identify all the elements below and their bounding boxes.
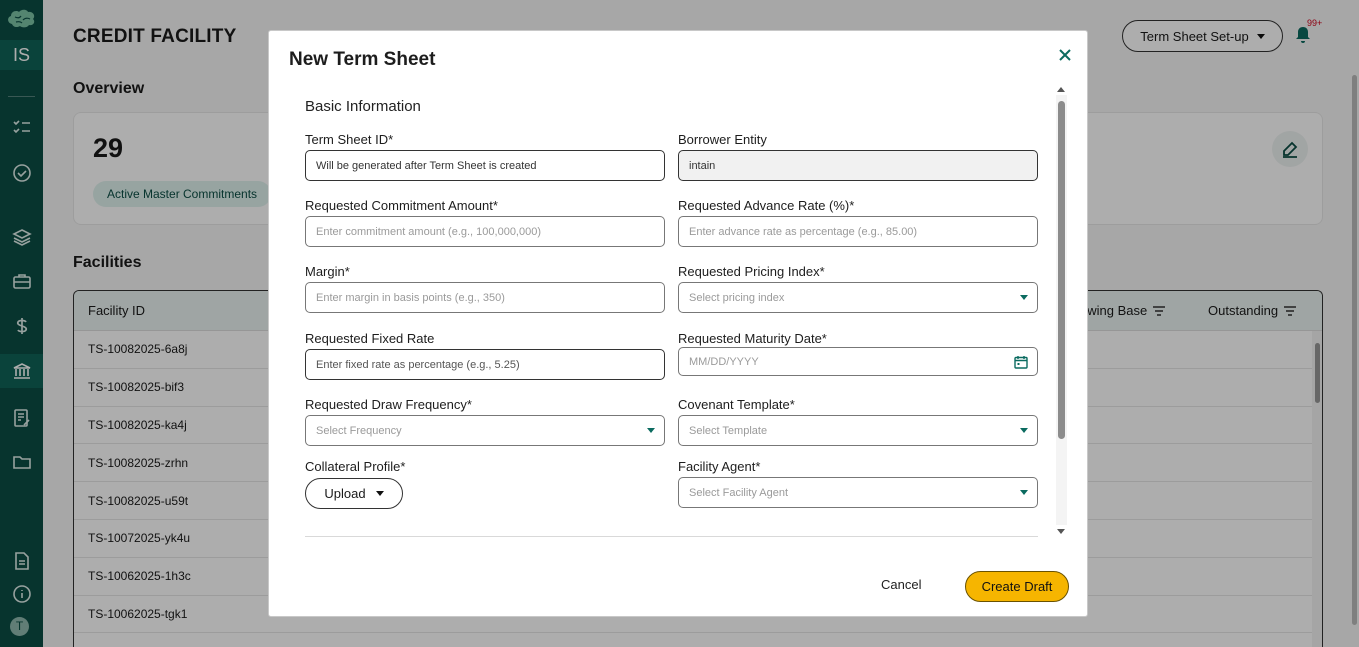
commitment-amount-input[interactable]: Enter commitment amount (e.g., 100,000,0… (305, 216, 665, 247)
facility-agent-label: Facility Agent* (678, 459, 761, 474)
chevron-down-icon (1020, 295, 1028, 300)
pricing-index-placeholder: Select pricing index (689, 291, 785, 304)
close-icon[interactable] (1056, 46, 1074, 64)
covenant-template-select[interactable]: Select Template (678, 415, 1038, 446)
draw-frequency-placeholder: Select Frequency (316, 424, 402, 437)
maturity-date-input[interactable]: MM/DD/YYYY (678, 347, 1038, 376)
margin-input[interactable]: Enter margin in basis points (e.g., 350) (305, 282, 665, 313)
facility-agent-placeholder: Select Facility Agent (689, 486, 789, 499)
borrower-entity-label: Borrower Entity (678, 132, 767, 147)
chevron-down-icon (647, 428, 655, 433)
advance-rate-input[interactable]: Enter advance rate as percentage (e.g., … (678, 216, 1038, 247)
borrower-entity-field[interactable]: intain (678, 150, 1038, 181)
cancel-button[interactable]: Cancel (881, 577, 921, 592)
modal-title: New Term Sheet (289, 49, 436, 70)
term-sheet-id-label: Term Sheet ID* (305, 132, 394, 147)
draw-frequency-label: Requested Draw Frequency* (305, 397, 472, 412)
section-basic-information: Basic Information (305, 98, 421, 115)
collateral-profile-label: Collateral Profile* (305, 459, 406, 474)
maturity-date-label: Requested Maturity Date* (678, 331, 827, 346)
calendar-icon[interactable] (1014, 355, 1028, 372)
new-term-sheet-modal: New Term Sheet Basic Information Term Sh… (268, 30, 1088, 617)
divider (305, 536, 1038, 537)
covenant-template-placeholder: Select Template (689, 424, 768, 437)
create-draft-button[interactable]: Create Draft (965, 571, 1069, 602)
fixed-rate-label: Requested Fixed Rate (305, 331, 435, 346)
chevron-down-icon (1020, 490, 1028, 495)
chevron-down-icon (1020, 428, 1028, 433)
fixed-rate-input[interactable]: Enter fixed rate as percentage (e.g., 5.… (305, 349, 665, 380)
draw-frequency-select[interactable]: Select Frequency (305, 415, 665, 446)
advance-rate-label: Requested Advance Rate (%)* (678, 198, 855, 213)
covenant-template-label: Covenant Template* (678, 397, 795, 412)
margin-label: Margin* (305, 264, 350, 279)
scroll-down-arrow-icon[interactable] (1057, 529, 1065, 534)
upload-button[interactable]: Upload (305, 478, 403, 509)
upload-button-label: Upload (324, 486, 366, 501)
term-sheet-id-field[interactable]: Will be generated after Term Sheet is cr… (305, 150, 665, 181)
modal-scroll-thumb[interactable] (1058, 101, 1065, 439)
commitment-amount-label: Requested Commitment Amount* (305, 198, 498, 213)
maturity-date-placeholder: MM/DD/YYYY (689, 355, 759, 368)
caret-down-icon (375, 491, 384, 496)
scroll-up-arrow-icon[interactable] (1057, 87, 1065, 92)
pricing-index-label: Requested Pricing Index* (678, 264, 825, 279)
facility-agent-select[interactable]: Select Facility Agent (678, 477, 1038, 508)
pricing-index-select[interactable]: Select pricing index (678, 282, 1038, 313)
